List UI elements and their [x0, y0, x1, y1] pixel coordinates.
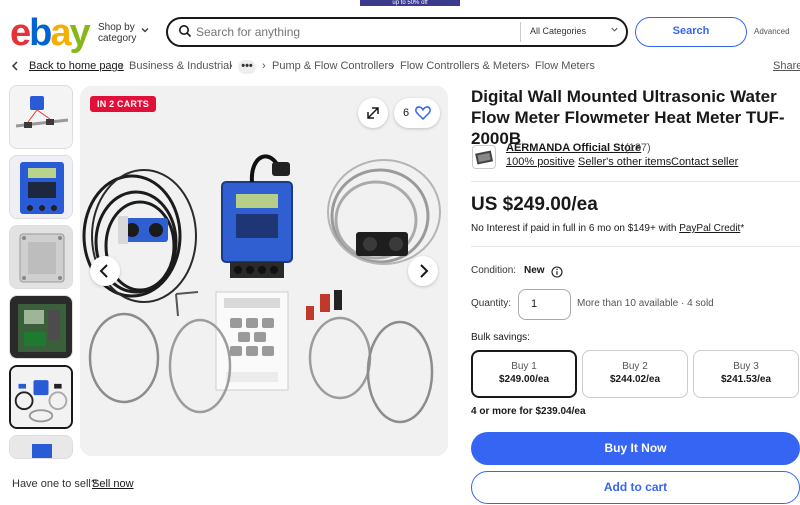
thumbnail-1[interactable] — [9, 85, 73, 149]
chevron-down-icon — [140, 25, 150, 38]
breadcrumb: Back to home page › Business & Industria… — [10, 60, 800, 74]
seller-feedback-count[interactable]: (137) — [625, 142, 651, 154]
logo-letter-e: e — [10, 12, 31, 54]
thumbnail-6[interactable] — [9, 435, 73, 459]
seller-other-items-link[interactable]: Seller's other items — [578, 156, 671, 168]
product-title: Digital Wall Mounted Ultrasonic Water Fl… — [471, 87, 785, 148]
contact-seller-link[interactable]: Contact seller — [671, 156, 738, 168]
breadcrumb-flow-controllers-meters[interactable]: Flow Controllers & Meters — [400, 60, 527, 72]
bulk-savings-label: Bulk savings: — [471, 332, 530, 343]
financing-info: No Interest if paid in full in 6 mo on $… — [471, 223, 744, 234]
info-icon[interactable] — [551, 265, 563, 278]
thumbnail-4[interactable] — [9, 295, 73, 359]
buy-it-now-button[interactable]: Buy It Now — [471, 432, 800, 465]
search-input[interactable] — [196, 19, 516, 45]
breadcrumb-separator: › — [262, 60, 266, 72]
financing-suffix: * — [740, 223, 745, 234]
bulk-tier-price: $249.00/ea — [498, 374, 550, 385]
share-link[interactable]: Share — [773, 60, 800, 72]
search-divider — [520, 22, 521, 42]
thumbnail-5[interactable] — [9, 365, 73, 429]
bulk-tier-buy-1[interactable]: Buy 1 $249.00/ea — [471, 350, 577, 398]
sell-question: Have one to sell? — [12, 478, 97, 490]
shop-by-label: Shop by — [98, 22, 135, 33]
search-bar: All Categories — [166, 17, 628, 47]
paypal-credit-link[interactable]: PayPal Credit — [679, 223, 740, 234]
bulk-tier-buy-2[interactable]: Buy 2 $244.02/ea — [582, 350, 688, 398]
watch-count: 6 — [403, 107, 410, 119]
category-label: category — [98, 33, 137, 44]
quantity-label: Quantity: — [471, 298, 512, 309]
logo-letter-b: b — [29, 12, 52, 54]
breadcrumb-business-industrial[interactable]: Business & Industrial — [129, 60, 232, 72]
condition-label: Condition: — [471, 265, 517, 276]
breadcrumb-flow-meters[interactable]: Flow Meters — [535, 60, 595, 72]
bulk-tier-price: $244.02/ea — [609, 374, 661, 385]
chevron-down-icon — [610, 25, 619, 36]
separator: · — [573, 156, 577, 168]
thumbnail-3[interactable] — [9, 225, 73, 289]
chevron-right-icon — [408, 256, 438, 286]
next-image-button[interactable] — [408, 256, 438, 286]
chevron-left-icon — [10, 60, 20, 75]
bulk-tier-label: Buy 2 — [622, 361, 648, 372]
category-select[interactable]: All Categories — [530, 26, 586, 36]
bulk-tier-label: Buy 1 — [511, 361, 537, 372]
logo-letter-a: a — [50, 12, 71, 54]
main-product-image[interactable] — [80, 86, 448, 456]
sell-now-link[interactable]: Sell now — [92, 478, 134, 490]
in-carts-badge: IN 2 CARTS — [90, 96, 157, 112]
logo-letter-y: y — [69, 12, 91, 54]
ebay-logo[interactable]: ebay — [10, 12, 91, 54]
price: US $249.00/ea — [471, 194, 598, 215]
condition-value: New — [524, 265, 545, 276]
add-to-cart-button[interactable]: Add to cart — [471, 471, 800, 504]
bulk-tier-price: $241.53/ea — [720, 374, 772, 385]
breadcrumb-more-button[interactable]: ••• — [238, 60, 256, 74]
seller-positive-link[interactable]: 100% positive — [506, 156, 575, 168]
breadcrumb-separator: › — [120, 60, 124, 72]
thumbnail-2[interactable] — [9, 155, 73, 219]
bulk-tier-buy-3[interactable]: Buy 3 $241.53/ea — [693, 350, 799, 398]
divider — [471, 181, 800, 182]
thumbnail-list — [9, 85, 73, 465]
seller-logo[interactable] — [472, 145, 496, 169]
sell-prompt: Have one to sell? Sell now — [12, 478, 134, 490]
breadcrumb-separator: › — [391, 60, 395, 72]
separator: · — [665, 156, 669, 168]
shop-by-category-button[interactable]: Shop by category — [98, 22, 149, 44]
availability-text: More than 10 available · 4 sold — [577, 298, 714, 309]
bulk-more-text: 4 or more for $239.04/ea — [471, 406, 586, 417]
expand-image-button[interactable] — [358, 98, 388, 128]
search-button[interactable]: Search — [635, 17, 747, 47]
breadcrumb-separator: › — [229, 60, 233, 72]
financing-text: No Interest if paid in full in 6 mo on $… — [471, 223, 680, 234]
product-page: up to 50% off ebay Shop by category All … — [0, 0, 800, 505]
breadcrumb-separator: › — [526, 60, 530, 72]
breadcrumb-pump-flow-controllers[interactable]: Pump & Flow Controllers — [272, 60, 394, 72]
chevron-left-icon — [90, 256, 120, 286]
promo-text: up to 50% off — [392, 0, 428, 6]
promo-banner[interactable]: up to 50% off — [360, 0, 460, 6]
quantity-input[interactable]: 1 — [518, 289, 571, 320]
divider — [471, 246, 800, 247]
advanced-search-link[interactable]: Advanced — [754, 27, 790, 36]
back-to-home-link[interactable]: Back to home page — [29, 60, 124, 72]
bulk-tier-label: Buy 3 — [733, 361, 759, 372]
previous-image-button[interactable] — [90, 256, 120, 286]
watch-button[interactable]: 6 — [394, 98, 440, 128]
seller-name-link[interactable]: AERMANDA Official Store — [506, 142, 641, 154]
search-icon — [178, 24, 192, 38]
expand-icon — [358, 98, 388, 128]
